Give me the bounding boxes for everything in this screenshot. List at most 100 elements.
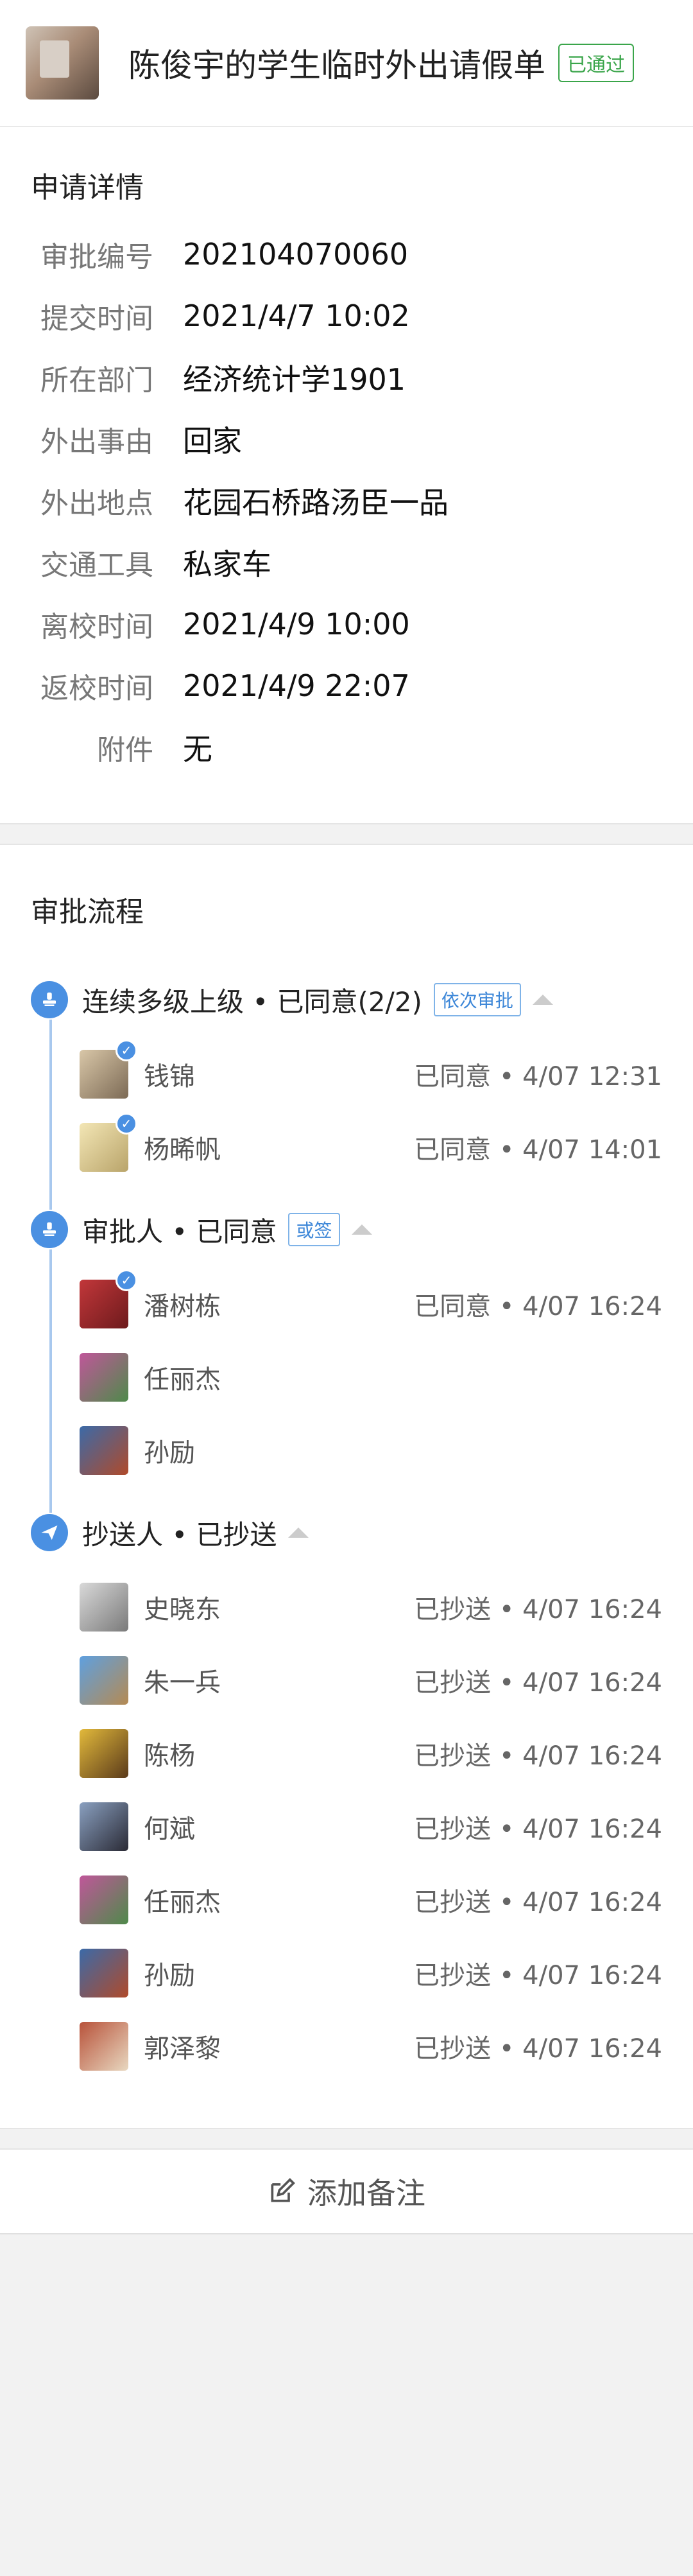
person-status: 已同意 • 4/07 14:01	[414, 1135, 662, 1165]
flow-section: 审批流程 连续多级上级 • 已同意(2/2) 依次审批 ✓ 钱锦 已同意 • 4/07 …	[0, 845, 693, 2128]
person-row[interactable]: 郭泽黎 已抄送 • 4/07 16:24	[80, 2010, 662, 2083]
flow-group: 连续多级上级 • 已同意(2/2) 依次审批 ✓ 钱锦 已同意 • 4/07 12:31…	[0, 980, 693, 1210]
section-divider	[0, 823, 693, 845]
avatar	[80, 1802, 128, 1851]
flow-people-list: 史晓东 已抄送 • 4/07 16:24 朱一兵 已抄送 • 4/07 16:24 陈杨…	[0, 1553, 693, 2083]
page-card: 陈俊宇的学生临时外出请假单 已通过 申请详情 审批编号 202104070060 提…	[0, 0, 693, 823]
person-name: 潘树栋	[144, 1292, 221, 1321]
flow-group-label: 连续多级上级 • 已同意(2/2)	[82, 986, 422, 1018]
section-divider	[0, 2128, 693, 2150]
collapse-arrow-icon[interactable]	[532, 995, 553, 1005]
detail-key: 附件	[97, 734, 153, 767]
person-status: 已同意 • 4/07 12:31	[414, 1062, 662, 1092]
paper-plane-icon	[31, 1514, 68, 1551]
person-name: 钱锦	[144, 1062, 195, 1092]
flow-group-header[interactable]: 连续多级上级 • 已同意(2/2) 依次审批	[31, 980, 693, 1020]
user-stamp-icon	[31, 981, 68, 1018]
detail-row: 交通工具 私家车	[0, 532, 693, 593]
edit-icon	[271, 2178, 295, 2202]
avatar	[80, 1656, 128, 1705]
avatar	[80, 1875, 128, 1924]
person-name: 杨晞帆	[144, 1135, 221, 1165]
detail-value: 2021/4/7 10:02	[183, 299, 410, 333]
check-icon: ✓	[116, 1269, 137, 1291]
detail-key: 交通工具	[40, 549, 153, 582]
person-row[interactable]: 任丽杰 已抄送 • 4/07 16:24	[80, 1863, 662, 1936]
collapse-arrow-icon[interactable]	[288, 1527, 309, 1538]
flow-title: 审批流程	[31, 896, 144, 928]
person-name: 任丽杰	[144, 1888, 221, 1917]
check-icon: ✓	[116, 1113, 137, 1135]
person-status: 已抄送 • 4/07 16:24	[414, 1961, 662, 1990]
person-status: 已抄送 • 4/07 16:24	[414, 1741, 662, 1771]
collapse-arrow-icon[interactable]	[351, 1224, 372, 1235]
detail-row: 离校时间 2021/4/9 10:00	[0, 593, 693, 655]
flow-group-label: 抄送人 • 已抄送	[82, 1519, 277, 1551]
person-row[interactable]: 孙励 已抄送 • 4/07 16:24	[80, 1936, 662, 2010]
avatar	[80, 1729, 128, 1778]
person-name: 孙励	[144, 1438, 195, 1468]
flow-group-header[interactable]: 审批人 • 已同意 或签	[31, 1210, 693, 1249]
flow-group: 审批人 • 已同意 或签 ✓ 潘树栋 已同意 • 4/07 16:24 任丽杰孙励	[0, 1210, 693, 1513]
person-row[interactable]: ✓ 杨晞帆 已同意 • 4/07 14:01	[80, 1111, 662, 1184]
person-row[interactable]: 任丽杰	[80, 1341, 662, 1414]
flow-group-tag: 依次审批	[433, 983, 521, 1016]
details-section: 申请详情 审批编号 202104070060 提交时间 2021/4/7 10:02 所…	[0, 127, 693, 823]
person-name: 陈杨	[144, 1741, 195, 1771]
flow-people-list: ✓ 钱锦 已同意 • 4/07 12:31 ✓ 杨晞帆 已同意 • 4/07 14:01	[0, 1020, 693, 1184]
detail-key: 外出地点	[40, 487, 153, 520]
detail-row: 提交时间 2021/4/7 10:02	[0, 285, 693, 347]
detail-value: 私家车	[183, 547, 271, 582]
person-status: 已抄送 • 4/07 16:24	[414, 1595, 662, 1624]
check-icon: ✓	[116, 1040, 137, 1061]
detail-value: 202104070060	[183, 237, 409, 272]
person-row[interactable]: 朱一兵 已抄送 • 4/07 16:24	[80, 1644, 662, 1717]
person-status: 已抄送 • 4/07 16:24	[414, 1668, 662, 1698]
flow-group-tag: 或签	[288, 1213, 340, 1246]
timeline-line	[49, 1020, 52, 1210]
avatar: ✓	[80, 1269, 137, 1328]
person-status: 已抄送 • 4/07 16:24	[414, 1888, 662, 1917]
avatar	[80, 1949, 128, 1997]
detail-key: 离校时间	[40, 611, 153, 643]
avatar: ✓	[80, 1113, 137, 1172]
detail-row: 外出事由 回家	[0, 408, 693, 470]
person-name: 郭泽黎	[144, 2034, 221, 2064]
person-row[interactable]: ✓ 潘树栋 已同意 • 4/07 16:24	[80, 1267, 662, 1341]
person-status: 已抄送 • 4/07 16:24	[414, 1815, 662, 1844]
person-name: 朱一兵	[144, 1668, 221, 1698]
user-stamp-icon	[31, 1211, 68, 1248]
avatar	[80, 2022, 128, 2071]
person-row[interactable]: ✓ 钱锦 已同意 • 4/07 12:31	[80, 1038, 662, 1111]
detail-row: 返校时间 2021/4/9 22:07	[0, 655, 693, 717]
person-status: 已同意 • 4/07 16:24	[414, 1292, 662, 1321]
detail-row: 附件无	[0, 717, 693, 778]
detail-row: 审批编号 202104070060	[0, 223, 693, 285]
avatar	[80, 1353, 128, 1402]
detail-key: 返校时间	[40, 672, 153, 705]
person-name: 任丽杰	[144, 1365, 221, 1395]
add-note-button[interactable]: 添加备注	[0, 2150, 693, 2234]
detail-value: 2021/4/9 22:07	[183, 668, 410, 703]
detail-row: 所在部门 经济统计学1901	[0, 347, 693, 408]
page-title: 陈俊宇的学生临时外出请假单	[128, 47, 545, 84]
person-name: 何斌	[144, 1815, 195, 1844]
detail-key: 审批编号	[40, 241, 153, 274]
avatar	[80, 1583, 128, 1632]
person-row[interactable]: 陈杨 已抄送 • 4/07 16:24	[80, 1717, 662, 1790]
person-row[interactable]: 史晓东 已抄送 • 4/07 16:24	[80, 1571, 662, 1644]
detail-row: 外出地点 花园石桥路汤臣一品	[0, 470, 693, 532]
avatar: ✓	[80, 1040, 137, 1099]
header: 陈俊宇的学生临时外出请假单 已通过	[0, 0, 693, 127]
details-title: 申请详情	[31, 171, 144, 204]
flow-group-label: 审批人 • 已同意	[82, 1215, 277, 1248]
applicant-avatar	[26, 26, 99, 100]
person-name: 孙励	[144, 1961, 195, 1990]
person-name: 史晓东	[144, 1595, 221, 1624]
person-row[interactable]: 孙励	[80, 1414, 662, 1487]
flow-group-header[interactable]: 抄送人 • 已抄送	[31, 1513, 693, 1553]
person-row[interactable]: 何斌 已抄送 • 4/07 16:24	[80, 1790, 662, 1863]
detail-key: 外出事由	[40, 426, 153, 458]
detail-key: 所在部门	[40, 364, 153, 397]
detail-key: 提交时间	[40, 302, 153, 335]
